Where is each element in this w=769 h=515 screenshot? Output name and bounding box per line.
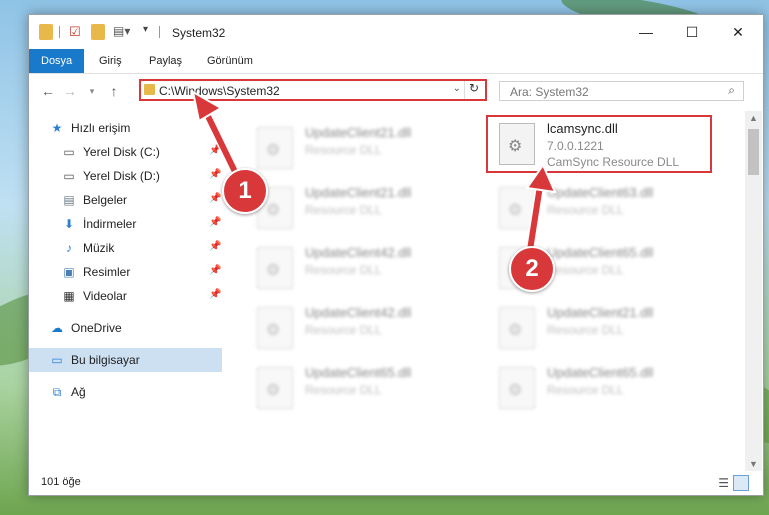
arrow-to-file — [525, 162, 557, 255]
callout-2: 2 — [509, 246, 555, 292]
callout-1: 1 — [222, 168, 268, 214]
callout-arrows — [191, 90, 557, 255]
arrow-to-address — [191, 90, 245, 187]
